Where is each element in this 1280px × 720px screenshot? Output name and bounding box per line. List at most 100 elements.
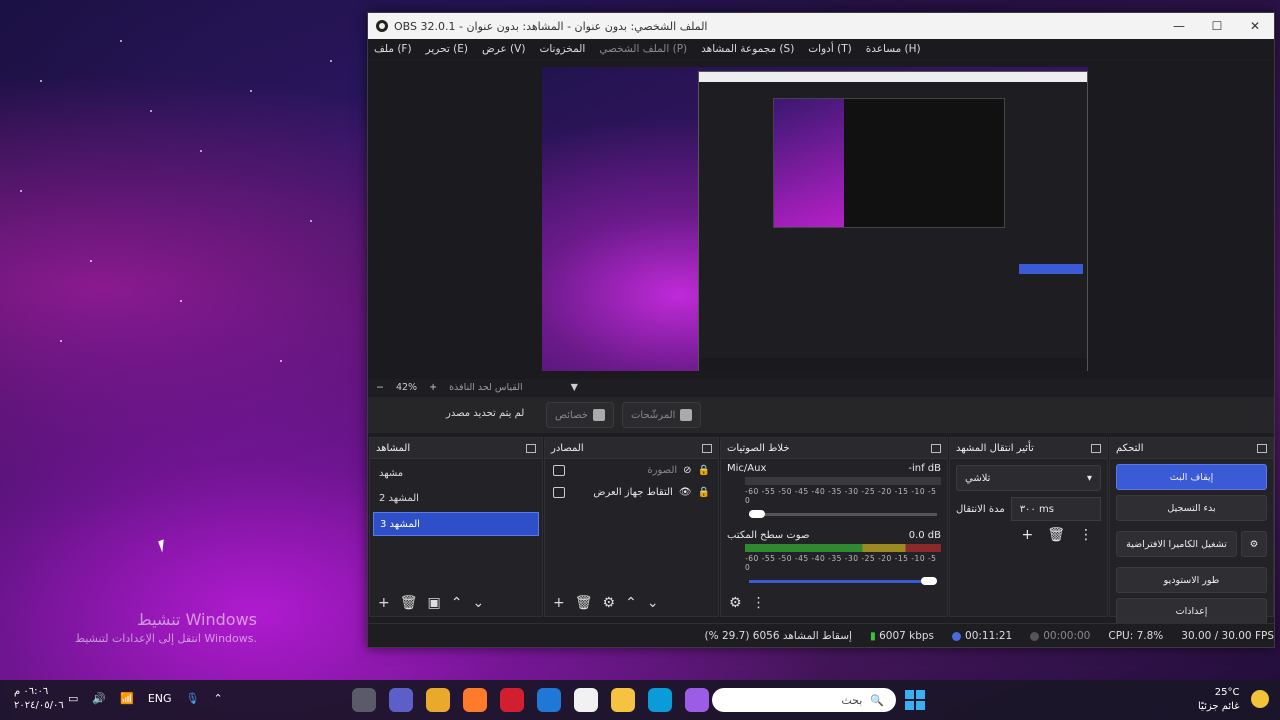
move-scene-down-button[interactable]: ⌄ xyxy=(472,595,484,611)
weather-widget[interactable]: 25°C غائم جزئيًا xyxy=(1198,686,1270,714)
mixer-menu-icon[interactable]: ⋮ xyxy=(752,595,766,611)
visibility-off-icon[interactable]: ⊘ xyxy=(683,465,691,476)
mixer-channel: صوت سطح المكتب 0.0 dB -60 -55 -50 -45 -40… xyxy=(721,526,947,587)
chevron-up-icon[interactable]: ⌃ xyxy=(213,692,222,705)
channel-name: صوت سطح المكتب xyxy=(727,530,810,541)
zoom-in-button[interactable]: + xyxy=(429,382,437,393)
scene-item[interactable]: مشهد xyxy=(373,462,539,484)
chrome-app-icon[interactable] xyxy=(426,688,450,712)
close-button[interactable]: ✕ xyxy=(1236,13,1274,39)
filters-button[interactable]: المرشّحات xyxy=(622,402,702,428)
fit-to-window[interactable]: القياس لحد النافذة xyxy=(449,382,523,393)
add-source-button[interactable]: + xyxy=(553,595,565,611)
microphone-icon[interactable]: 🎙 xyxy=(186,692,200,705)
outlook-app-icon[interactable] xyxy=(537,688,561,712)
record-time-value: 00:00:00 xyxy=(1043,630,1091,642)
menu-profile[interactable]: الملف الشخصي (P) xyxy=(599,43,687,55)
add-scene-button[interactable]: + xyxy=(378,595,390,611)
menu-bar: ملف (F) تحرير (E) عرض (V) المخزونات المل… xyxy=(368,39,1274,59)
popout-icon[interactable] xyxy=(1091,443,1101,453)
settings-button[interactable]: إعدادات xyxy=(1116,598,1267,624)
edge-app-icon[interactable] xyxy=(648,688,672,712)
minimize-button[interactable]: — xyxy=(1160,13,1198,39)
language-indicator[interactable]: ENG xyxy=(148,692,172,705)
visibility-icon[interactable]: 👁 xyxy=(679,487,692,498)
start-button[interactable] xyxy=(905,690,925,710)
record-status-icon xyxy=(1030,631,1040,641)
obs-app-icon[interactable] xyxy=(352,688,376,712)
properties-button[interactable]: خصائص xyxy=(546,402,614,428)
menu-help[interactable]: مساعدة (H) xyxy=(866,43,921,55)
maximize-button[interactable]: ☐ xyxy=(1198,13,1236,39)
wifi-icon[interactable]: 📶 xyxy=(120,692,134,705)
duration-row: مدة الانتقال ٣٠٠ ms xyxy=(956,497,1101,521)
file-explorer-app-icon[interactable] xyxy=(611,688,635,712)
clock-date: ٢٠٢٤/٠٥/٠٦ xyxy=(14,700,64,711)
menu-view[interactable]: عرض (V) xyxy=(482,43,525,55)
menu-scene-collection[interactable]: مجموعة المشاهد (S) xyxy=(701,43,794,55)
battery-icon[interactable]: ▭ xyxy=(68,692,78,705)
stop-streaming-button[interactable]: إيقاف البث xyxy=(1116,464,1267,490)
duration-input[interactable]: ٣٠٠ ms xyxy=(1010,497,1101,521)
menu-edit[interactable]: تحرير (E) xyxy=(426,43,468,55)
program-preview[interactable] xyxy=(542,67,1088,371)
scene-item[interactable]: المشهد 2 xyxy=(373,487,539,509)
transitions-dock: تأثير انتقال المشهد تلاشي ▾ مدة الانتقال… xyxy=(949,437,1108,617)
advanced-audio-icon[interactable]: ⚙ xyxy=(729,595,742,611)
no-source-label: لم يتم تحديد مصدر xyxy=(446,408,525,419)
transition-select[interactable]: تلاشي ▾ xyxy=(956,465,1101,491)
popout-icon[interactable] xyxy=(1257,443,1267,453)
remove-transition-button[interactable]: 🗑 xyxy=(1047,527,1065,543)
teams-app-icon[interactable] xyxy=(389,688,413,712)
add-transition-button[interactable]: + xyxy=(1021,527,1033,543)
move-scene-up-button[interactable]: ⌃ xyxy=(451,595,463,611)
source-row[interactable]: التقاط جهاز العرض 👁 🔒 xyxy=(545,481,718,503)
slider-knob[interactable] xyxy=(921,577,937,585)
volume-icon[interactable]: 🔊 xyxy=(92,692,106,705)
popout-icon[interactable] xyxy=(931,443,941,453)
virtual-camera-settings-icon[interactable]: ⚙ xyxy=(1241,531,1267,557)
meter-ticks: -60 -55 -50 -45 -40 -35 -30 -25 -20 -15 … xyxy=(745,487,937,505)
taskbar-apps xyxy=(352,688,709,712)
clock[interactable]: ٠٦:٠٦ م ٢٠٢٤/٠٥/٠٦ xyxy=(14,685,64,713)
lock-icon[interactable]: 🔒 xyxy=(698,487,710,498)
gear-icon xyxy=(592,409,605,421)
zoom-out-button[interactable]: − xyxy=(376,382,384,393)
menu-docks[interactable]: المخزونات xyxy=(539,43,585,55)
opera-app-icon[interactable] xyxy=(500,688,524,712)
firefox-app-icon[interactable] xyxy=(463,688,487,712)
taskbar-search[interactable]: بحث 🔍 xyxy=(712,688,896,712)
popout-icon[interactable] xyxy=(526,443,536,453)
remove-scene-button[interactable]: 🗑 xyxy=(400,595,418,611)
zoom-dropdown[interactable]: ▼ xyxy=(571,382,578,393)
volume-slider[interactable] xyxy=(749,510,937,518)
move-source-up-button[interactable]: ⌃ xyxy=(625,595,637,611)
duration-label: مدة الانتقال xyxy=(956,503,1005,515)
store-app-icon[interactable] xyxy=(574,688,598,712)
volume-slider[interactable] xyxy=(749,577,937,585)
volume-meter xyxy=(745,477,941,485)
filters-label: المرشّحات xyxy=(631,409,676,421)
scene-item-selected[interactable]: المشهد 3 xyxy=(373,512,539,536)
transition-menu-icon[interactable]: ⋮ xyxy=(1079,527,1093,543)
menu-tools[interactable]: أدوات (T) xyxy=(808,43,851,55)
system-tray: ▭ 🔊 📶 ENG 🎙 ⌃ xyxy=(68,692,223,705)
start-recording-button[interactable]: بدء التسجيل xyxy=(1116,495,1267,521)
slider-knob[interactable] xyxy=(749,510,765,518)
lock-icon[interactable]: 🔒 xyxy=(698,465,710,476)
transitions-title: تأثير انتقال المشهد xyxy=(956,442,1034,454)
move-source-down-button[interactable]: ⌄ xyxy=(647,595,659,611)
scene-filters-button[interactable]: ▣ xyxy=(428,595,441,611)
start-virtual-camera-button[interactable]: تشغيل الكاميرا الافتراضية xyxy=(1116,531,1237,557)
copilot-app-icon[interactable] xyxy=(685,688,709,712)
filter-icon xyxy=(680,409,693,421)
source-row[interactable]: الصورة ⊘ 🔒 xyxy=(545,459,718,481)
transition-actions: + 🗑 ⋮ xyxy=(950,527,1107,543)
menu-file[interactable]: ملف (F) xyxy=(374,43,412,55)
source-properties-button[interactable]: ⚙ xyxy=(603,595,616,611)
clock-time: ٠٦:٠٦ م xyxy=(14,686,49,697)
remove-source-button[interactable]: 🗑 xyxy=(575,595,593,611)
studio-mode-button[interactable]: طور الاستوديو xyxy=(1116,567,1267,593)
popout-icon[interactable] xyxy=(702,443,712,453)
title-bar: OBS 32.0.1 - الملف الشخصي: بدون عنوان - … xyxy=(368,13,1274,39)
